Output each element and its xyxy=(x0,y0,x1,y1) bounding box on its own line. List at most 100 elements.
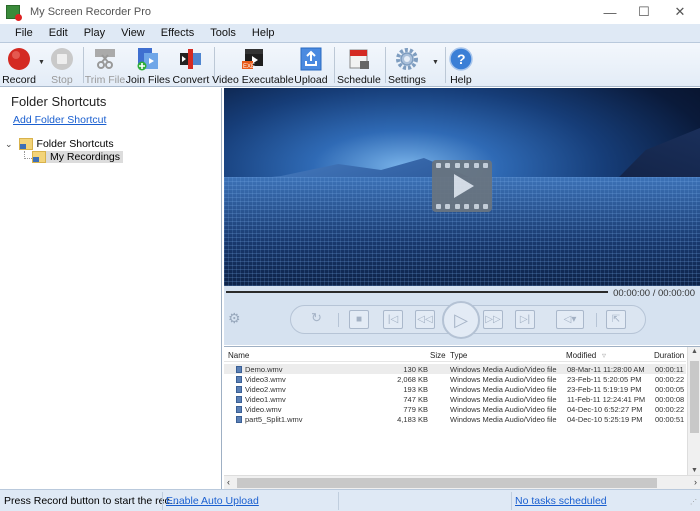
menu-file[interactable]: File xyxy=(7,27,41,39)
play-video-overlay-icon[interactable] xyxy=(432,160,492,212)
resize-grip-icon[interactable]: ⋰ xyxy=(690,498,697,506)
panel-title: Folder Shortcuts xyxy=(11,94,107,109)
scissors-film-icon xyxy=(92,46,118,72)
file-modified: 04-Dec-10 6:52:27 PM xyxy=(567,405,643,414)
separator xyxy=(596,313,597,327)
fullscreen-button[interactable]: ⇱ xyxy=(606,310,626,329)
file-type: Windows Media Audio/Video file xyxy=(450,365,557,374)
video-file-icon xyxy=(236,366,242,373)
menu-bar: File Edit Play View Effects Tools Help xyxy=(0,24,700,43)
menu-tools[interactable]: Tools xyxy=(202,27,244,39)
tree-item-my-recordings[interactable]: My Recordings xyxy=(32,151,124,163)
file-type: Windows Media Audio/Video file xyxy=(450,405,557,414)
settings-button[interactable]: Settings xyxy=(386,43,428,87)
record-button[interactable]: Record xyxy=(0,43,38,87)
gear-icon[interactable]: ⚙ xyxy=(228,310,241,327)
scroll-left-icon[interactable]: ‹ xyxy=(227,477,230,487)
settings-dropdown-icon[interactable]: ▼ xyxy=(432,59,439,66)
file-name: Video1.wmv xyxy=(245,395,286,404)
fast-forward-button[interactable]: ▷▷ xyxy=(483,310,503,329)
menu-edit[interactable]: Edit xyxy=(41,27,76,39)
menu-help[interactable]: Help xyxy=(244,27,283,39)
minimize-button[interactable]: — xyxy=(592,0,628,24)
file-type: Windows Media Audio/Video file xyxy=(450,395,557,404)
file-row[interactable]: Demo.wmv 130 KB Windows Media Audio/Video … xyxy=(224,364,686,374)
gear-icon xyxy=(394,46,420,72)
horizontal-scrollbar[interactable]: ‹ › xyxy=(224,475,700,489)
maximize-button[interactable]: ☐ xyxy=(626,0,662,24)
status-divider xyxy=(162,492,163,510)
file-size: 747 KB xyxy=(403,395,428,404)
convert-icon xyxy=(178,46,204,72)
schedule-status-link[interactable]: No tasks scheduled xyxy=(515,495,607,507)
stop-button[interactable]: Stop xyxy=(47,43,77,87)
convert-button[interactable]: Convert xyxy=(170,43,212,87)
tree-item-folder-shortcuts[interactable]: ⌄ Folder Shortcuts xyxy=(5,138,114,150)
file-row[interactable]: Video.wmv 779 KB Windows Media Audio/Video… xyxy=(224,404,686,414)
file-name: Video2.wmv xyxy=(245,385,286,394)
column-name[interactable]: Name xyxy=(228,351,249,360)
add-folder-shortcut-link[interactable]: Add Folder Shortcut xyxy=(13,114,106,126)
status-message: Press Record button to start the rec... xyxy=(4,495,179,507)
file-size: 4,183 KB xyxy=(397,415,428,424)
svg-text:EXE: EXE xyxy=(243,64,255,70)
trim-file-button[interactable]: Trim File xyxy=(84,43,126,87)
column-duration[interactable]: Duration xyxy=(654,351,684,360)
play-button[interactable]: ▷ xyxy=(442,301,480,339)
menu-play[interactable]: Play xyxy=(76,27,113,39)
column-type[interactable]: Type xyxy=(450,351,467,360)
folder-icon xyxy=(32,151,46,163)
vertical-scrollbar[interactable]: ▲ ▼ xyxy=(687,347,700,475)
skip-start-button[interactable]: |◁ xyxy=(383,310,403,329)
menu-effects[interactable]: Effects xyxy=(153,27,202,39)
help-button[interactable]: ? Help xyxy=(446,43,476,87)
column-modified[interactable]: Modified xyxy=(566,351,596,360)
file-size: 193 KB xyxy=(403,385,428,394)
file-name: Video3.wmv xyxy=(245,375,286,384)
status-bar: Press Record button to start the rec... … xyxy=(0,489,700,511)
video-executable-button[interactable]: EXE Video Executable xyxy=(212,43,294,87)
record-icon xyxy=(6,46,32,72)
file-list-header: Name Size Type Modified ▿ Duration xyxy=(224,347,686,362)
skip-end-button[interactable]: ▷| xyxy=(515,310,535,329)
rewind-button[interactable]: ◁◁ xyxy=(415,310,435,329)
menu-view[interactable]: View xyxy=(113,27,153,39)
file-row[interactable]: part5_Split1.wmv 4,183 KB Windows Media Au… xyxy=(224,414,686,424)
help-icon: ? xyxy=(448,46,474,72)
stop-playback-button[interactable]: ■ xyxy=(349,310,369,329)
file-type: Windows Media Audio/Video file xyxy=(450,375,557,384)
file-row[interactable]: Video2.wmv 193 KB Windows Media Audio/Vide… xyxy=(224,384,686,394)
video-preview[interactable] xyxy=(224,88,700,286)
file-row[interactable]: Video1.wmv 747 KB Windows Media Audio/Vide… xyxy=(224,394,686,404)
volume-button[interactable]: ◁▾ xyxy=(556,310,584,329)
status-divider xyxy=(511,492,512,510)
file-list: Name Size Type Modified ▿ Duration Demo.… xyxy=(224,346,700,489)
file-row[interactable]: Video3.wmv 2,068 KB Windows Media Audio/Vi… xyxy=(224,374,686,384)
schedule-button[interactable]: Schedule xyxy=(335,43,383,87)
horizontal-scroll-thumb[interactable] xyxy=(237,478,657,488)
close-button[interactable]: ✕ xyxy=(662,0,698,24)
upload-button[interactable]: Upload xyxy=(291,43,331,87)
join-files-button[interactable]: Join Files xyxy=(126,43,170,87)
file-duration: 00:00:22 xyxy=(655,405,685,414)
vertical-scroll-thumb[interactable] xyxy=(690,361,699,433)
file-name: part5_Split1.wmv xyxy=(245,415,303,424)
file-type: Windows Media Audio/Video file xyxy=(450,385,557,394)
file-duration: 00:00:22 xyxy=(655,375,685,384)
file-duration: 00:00:51 xyxy=(655,415,685,424)
enable-auto-upload-link[interactable]: Enable Auto Upload xyxy=(166,495,259,507)
join-files-icon xyxy=(135,46,161,72)
folder-icon xyxy=(18,138,33,150)
toolbar: Record ▼ Stop Trim File Join Files Conve… xyxy=(0,43,700,87)
column-size[interactable]: Size xyxy=(430,351,446,360)
seek-bar[interactable] xyxy=(226,291,608,293)
scroll-down-icon[interactable]: ▼ xyxy=(691,467,698,474)
separator xyxy=(338,313,339,327)
repeat-icon[interactable]: ↻ xyxy=(311,310,322,326)
scroll-right-icon[interactable]: › xyxy=(694,477,697,487)
chevron-down-icon[interactable]: ⌄ xyxy=(5,139,13,150)
scroll-up-icon[interactable]: ▲ xyxy=(691,348,698,355)
record-dropdown-icon[interactable]: ▼ xyxy=(38,59,45,66)
calendar-icon xyxy=(346,46,372,72)
player-controls: 00:00:00 / 00:00:00 ⚙ ↻ ■ |◁ ◁◁ ▷ ▷▷ ▷| … xyxy=(224,286,700,345)
